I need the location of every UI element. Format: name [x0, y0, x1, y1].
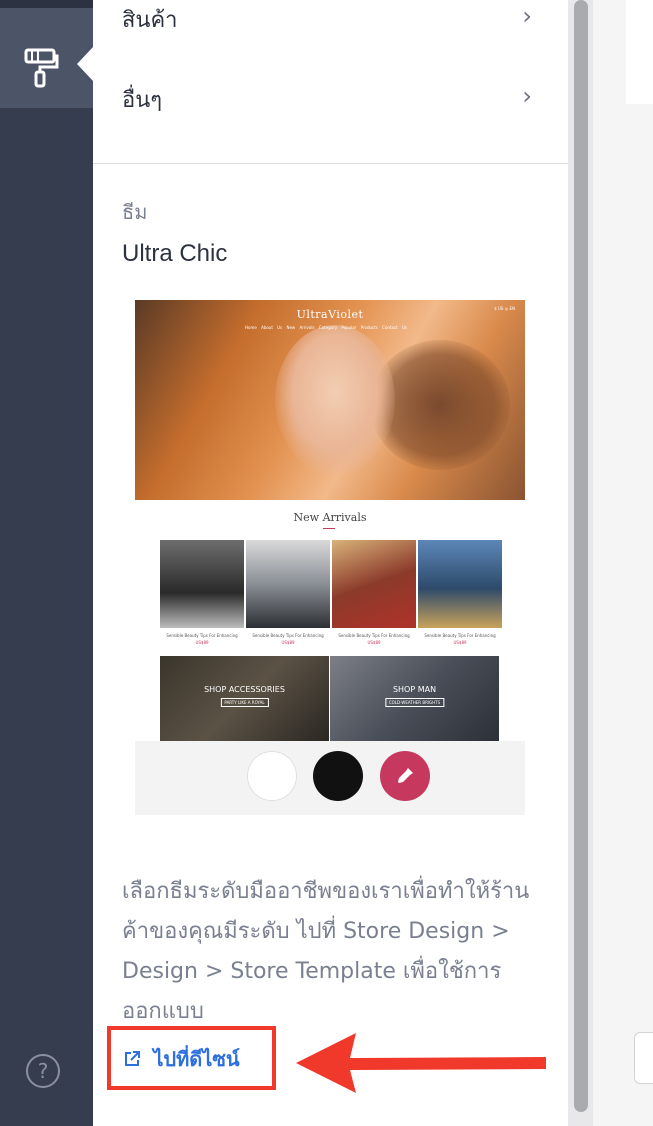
- color-swatch-bar: [135, 741, 525, 815]
- promo-title: SHOP MAN: [392, 685, 437, 694]
- eyedropper-icon: [398, 768, 413, 783]
- product-price: US$89: [195, 640, 209, 645]
- menu-item-others[interactable]: อื่นๆ ›: [122, 82, 532, 122]
- section-label-theme: ธีม: [122, 200, 148, 224]
- chevron-right-icon: ›: [522, 82, 532, 110]
- rail-top-strip: [0, 0, 93, 8]
- promo-subtitle: COLD-WEATHER BRIGHTS: [384, 698, 445, 707]
- product-price: US$89: [367, 640, 381, 645]
- menu-item-products[interactable]: สินค้า ›: [122, 2, 532, 42]
- content-card: [626, 0, 653, 104]
- content-area: [593, 0, 653, 1126]
- product-price: US$89: [453, 640, 467, 645]
- hero-face-shape: [275, 325, 395, 475]
- product-caption: Sensible Beauty Tips For Enhancing: [424, 633, 496, 638]
- help-icon[interactable]: ?: [26, 1054, 60, 1088]
- theme-name: Ultra Chic: [122, 240, 228, 267]
- product-image: [332, 540, 416, 628]
- highlight-annotation-box: [107, 1026, 276, 1090]
- promo-banner-accessories: SHOP ACCESSORIES PARTY LIKE A ROYAL: [160, 656, 329, 741]
- promo-title: SHOP ACCESSORIES: [204, 685, 285, 694]
- promo-subtitle: PARTY LIKE A ROYAL: [220, 698, 269, 707]
- chevron-right-icon: ›: [522, 2, 532, 30]
- menu-item-label: สินค้า: [122, 8, 178, 33]
- theme-preview[interactable]: UltraViolet Home About Us New Arrivals C…: [135, 300, 525, 815]
- preview-utilities: $ US ◎ EN: [494, 306, 515, 311]
- scrollbar-thumb[interactable]: [574, 0, 588, 1112]
- paint-roller-icon: [24, 48, 59, 88]
- swatch-black[interactable]: [313, 751, 363, 801]
- annotation-arrow: [296, 1033, 546, 1093]
- active-notch: [77, 46, 94, 82]
- swatch-custom-picker[interactable]: [380, 751, 430, 801]
- product-image: [418, 540, 502, 628]
- settings-panel: สินค้า › อื่นๆ › ธีม Ultra Chic UltraVio…: [93, 0, 568, 1126]
- product-image: [160, 540, 244, 628]
- preview-heading: New Arrivals: [293, 511, 367, 524]
- product-price: US$89: [281, 640, 295, 645]
- right-floating-button[interactable]: [634, 1032, 653, 1084]
- heading-underline: [323, 528, 335, 529]
- menu-item-label: อื่นๆ: [122, 88, 163, 113]
- product-caption: Sensible Beauty Tips For Enhancing: [252, 633, 324, 638]
- product-caption: Sensible Beauty Tips For Enhancing: [166, 633, 238, 638]
- preview-nav: Home About Us New Arrivals Category Popu…: [245, 325, 408, 330]
- left-rail: [0, 0, 93, 1126]
- hero-image: UltraViolet Home About Us New Arrivals C…: [135, 300, 525, 500]
- divider: [93, 163, 568, 164]
- theme-description: เลือกธีมระดับมืออาชีพของเราเพื่อทำให้ร้า…: [122, 879, 530, 1024]
- swatch-white[interactable]: [247, 751, 297, 801]
- preview-brand: UltraViolet: [296, 308, 364, 321]
- promo-banner-man: SHOP MAN COLD-WEATHER BRIGHTS: [330, 656, 499, 741]
- product-caption: Sensible Beauty Tips For Enhancing: [338, 633, 410, 638]
- product-image: [246, 540, 330, 628]
